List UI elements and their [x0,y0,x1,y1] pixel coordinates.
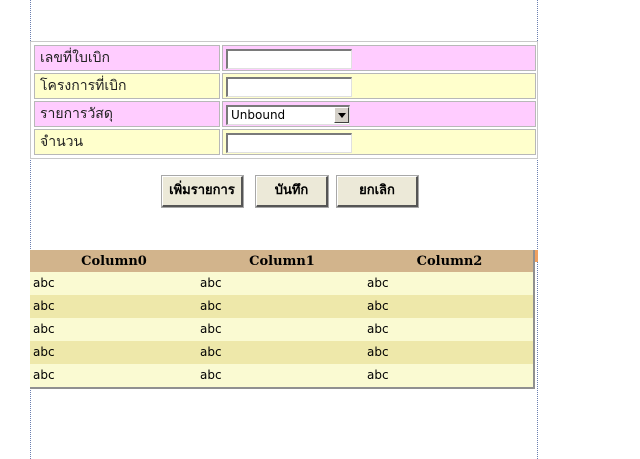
table-cell: abc [200,299,222,313]
material-select[interactable]: Unbound [226,105,350,125]
table-cell: abc [367,299,389,313]
form-row-requisition-number: เลขที่ใบเบิก [34,45,536,71]
form-row-project: โครงการที่เบิก [34,73,536,99]
save-button[interactable]: บันทึก [255,175,329,208]
table-cell: abc [367,345,389,359]
project-label: โครงการที่เบิก [34,73,220,99]
grid-header: Column0 Column1 Column2 [30,250,533,272]
table-cell: abc [33,322,55,336]
table-cell: abc [33,368,55,382]
quantity-input[interactable] [226,133,352,153]
table-cell: abc [200,345,222,359]
cancel-button[interactable]: ยกเลิก [336,175,419,208]
requisition-number-cell [222,45,536,71]
requisition-form: เลขที่ใบเบิก โครงการที่เบิก รายการวัสดุ … [30,41,538,159]
table-row[interactable]: abc abc abc [30,272,533,295]
table-cell: abc [200,322,222,336]
table-row[interactable]: abc abc abc [30,295,533,318]
grid-resize-handle[interactable] [535,250,538,262]
form-row-material: รายการวัสดุ Unbound [34,101,536,127]
project-cell [222,73,536,99]
table-cell: abc [367,322,389,336]
form-row-quantity: จำนวน [34,129,536,155]
table-cell: abc [33,276,55,290]
table-cell: abc [367,276,389,290]
table-row[interactable]: abc abc abc [30,318,533,341]
quantity-label: จำนวน [34,129,220,155]
requisition-number-input[interactable] [226,49,352,69]
material-cell: Unbound [222,101,536,127]
table-row[interactable]: abc abc abc [30,364,533,387]
table-cell: abc [200,276,222,290]
quantity-cell [222,129,536,155]
requisition-number-label: เลขที่ใบเบิก [34,45,220,71]
material-label: รายการวัสดุ [34,101,220,127]
table-cell: abc [33,299,55,313]
material-select-value: Unbound [231,108,286,122]
grid-column-header[interactable]: Column1 [198,250,366,272]
table-cell: abc [33,345,55,359]
table-row[interactable]: abc abc abc [30,341,533,364]
table-cell: abc [200,368,222,382]
chevron-down-icon[interactable] [334,107,349,123]
table-cell: abc [367,368,389,382]
items-grid: Column0 Column1 Column2 abc abc abc abc … [30,250,535,389]
project-input[interactable] [226,77,352,97]
grid-column-header[interactable]: Column0 [30,250,198,272]
add-item-button[interactable]: เพิ่มรายการ [161,175,244,208]
grid-column-header[interactable]: Column2 [366,250,533,272]
